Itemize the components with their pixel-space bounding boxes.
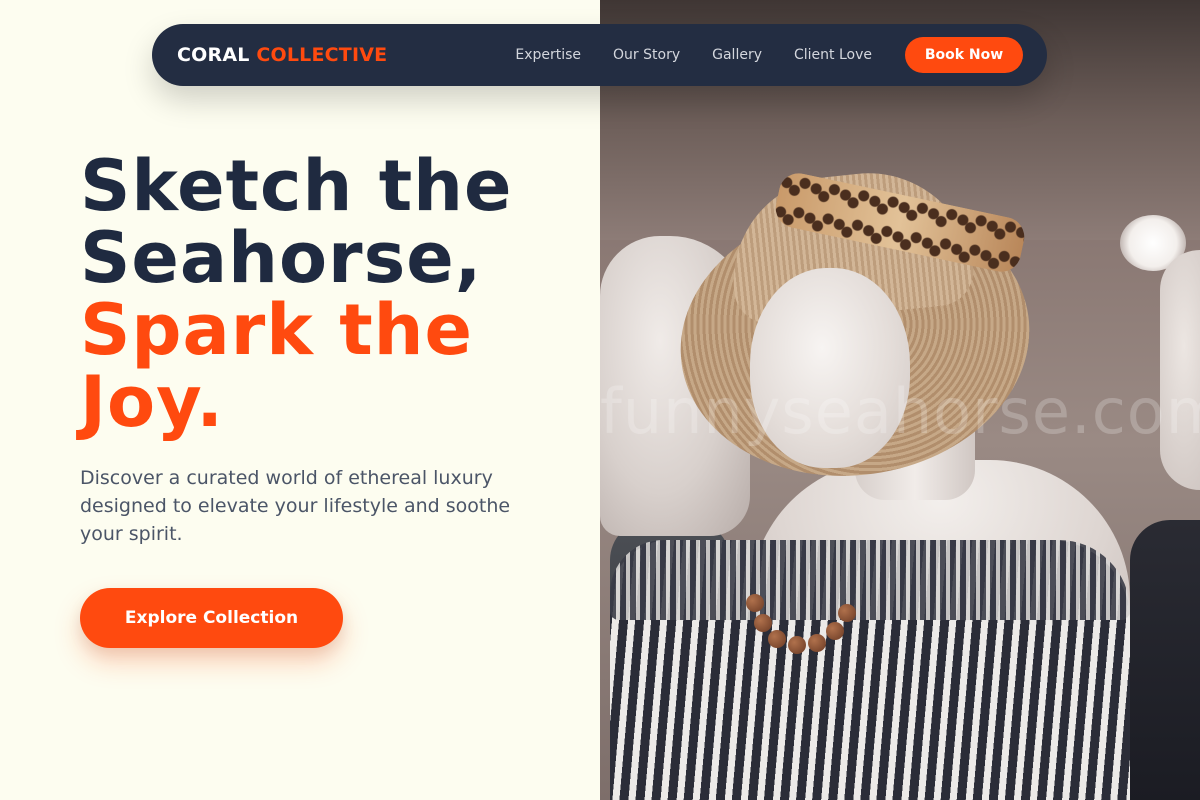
nav-link-expertise[interactable]: Expertise — [515, 47, 581, 63]
nav-link-our-story[interactable]: Our Story — [613, 47, 680, 63]
hero-description: Discover a curated world of ethereal lux… — [80, 467, 511, 545]
image-watermark: funnyseahorse.com — [600, 375, 1200, 448]
brand-name-accent: COLLECTIVE — [256, 44, 388, 66]
background-figure — [1130, 520, 1200, 800]
nav-link-client-love[interactable]: Client Love — [794, 47, 872, 63]
bead — [746, 594, 764, 612]
bead-necklace — [740, 590, 860, 660]
hero-title: Sketch the Seahorse, Spark the Joy. — [80, 150, 600, 438]
top-navbar: CORAL COLLECTIVE Expertise Our Story Gal… — [152, 24, 1047, 86]
bead — [826, 622, 844, 640]
hero-image: funnyseahorse.com — [600, 0, 1200, 800]
shirt-ruffle — [610, 540, 1130, 620]
nav-links: Expertise Our Story Gallery Client Love — [515, 47, 872, 63]
hero-title-line: Sketch the — [80, 145, 513, 227]
bead — [788, 636, 806, 654]
bead — [754, 614, 772, 632]
bead — [838, 604, 856, 622]
explore-collection-button[interactable]: Explore Collection — [80, 588, 343, 648]
nav-link-gallery[interactable]: Gallery — [712, 47, 762, 63]
book-now-button[interactable]: Book Now — [905, 37, 1023, 73]
background-mannequin-right — [1160, 250, 1200, 490]
hero-title-accent-line: Joy. — [80, 361, 224, 443]
hero-title-accent-line: Spark the — [80, 289, 473, 371]
hero-title-line: Seahorse, — [80, 217, 483, 299]
bead — [768, 630, 786, 648]
brand-logo[interactable]: CORAL COLLECTIVE — [177, 44, 387, 66]
bead — [808, 634, 826, 652]
brand-name-primary: CORAL — [177, 44, 250, 66]
